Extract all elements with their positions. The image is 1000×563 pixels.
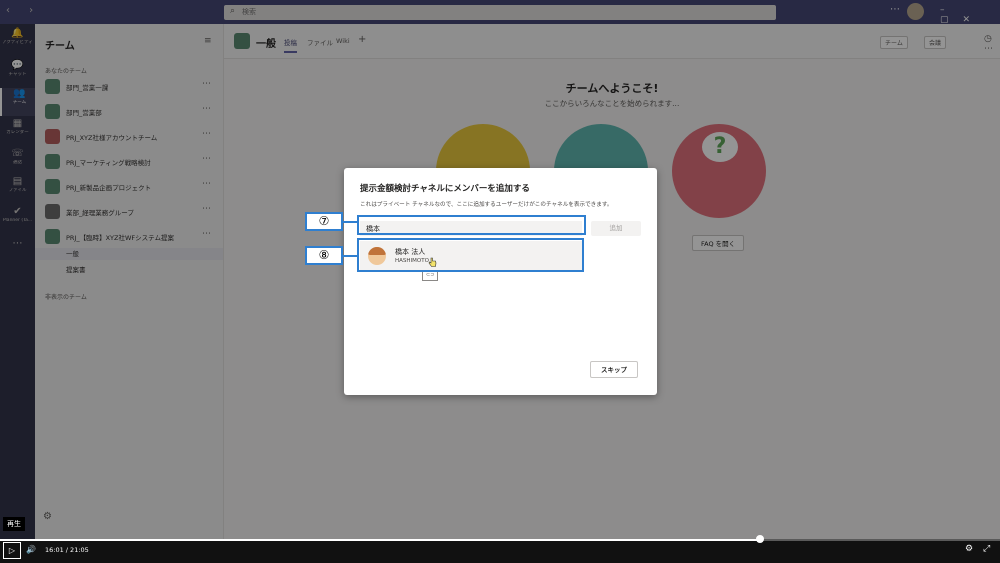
step-8-connector <box>343 255 358 257</box>
play-button[interactable]: ▷ <box>3 542 21 559</box>
step-8-callout: ⑧ <box>305 246 343 265</box>
dialog-description: これはプライベート チャネルなので、ここに追加するユーザーだけがこのチャネルを表… <box>360 202 613 208</box>
play-icon: ▷ <box>8 546 16 555</box>
input-highlight <box>357 215 586 235</box>
suggestion-highlight <box>357 238 584 272</box>
video-controls <box>0 539 1000 563</box>
seek-handle[interactable] <box>756 535 764 543</box>
fullscreen-icon[interactable]: ⤢ <box>983 544 990 554</box>
add-button[interactable]: 追加 <box>591 221 641 236</box>
add-member-dialog: 提示金額検討チャネルにメンバーを追加する これはプライベート チャネルなので、こ… <box>344 168 657 395</box>
dialog-title: 提示金額検討チャネルにメンバーを追加する <box>360 184 530 194</box>
play-tooltip: 再生 <box>3 517 25 531</box>
volume-icon[interactable]: 🔊 <box>26 545 36 554</box>
step-7-connector <box>343 221 358 223</box>
time-display: 16:01 / 21:05 <box>45 546 89 554</box>
settings-icon[interactable]: ⚙ <box>965 544 973 554</box>
seek-progress <box>0 539 760 541</box>
step-7-callout: ⑦ <box>305 212 343 231</box>
skip-button[interactable]: スキップ <box>590 361 638 378</box>
